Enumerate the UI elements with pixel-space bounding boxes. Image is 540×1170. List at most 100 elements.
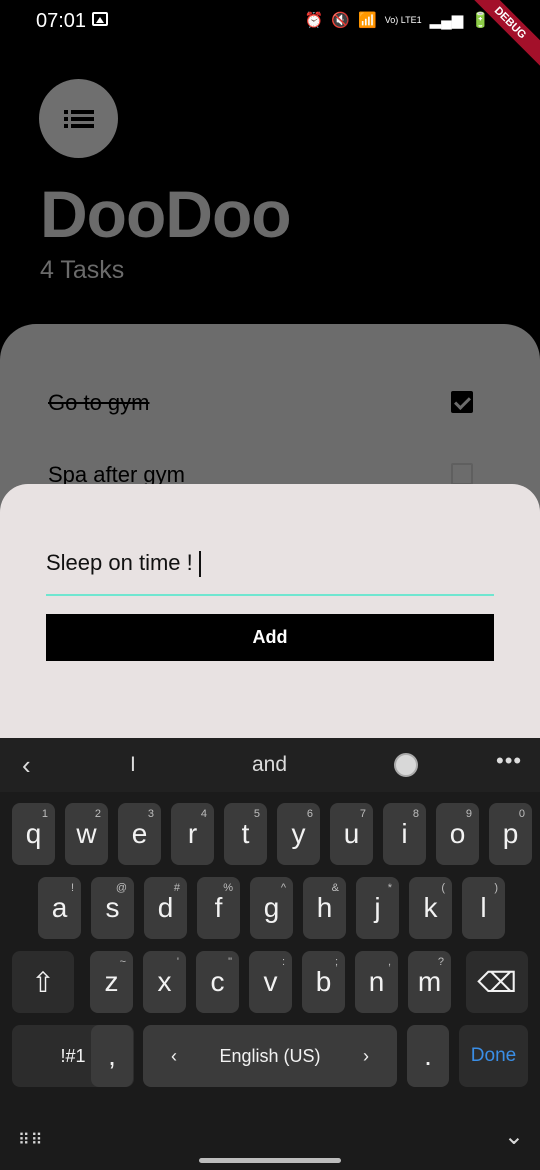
task-input[interactable]: Sleep on time !: [46, 546, 494, 596]
more-icon[interactable]: •••: [496, 748, 522, 774]
mute-icon: 🔇: [331, 12, 351, 29]
key-hint: 7: [359, 808, 366, 820]
key-label: n: [368, 966, 385, 997]
key-a[interactable]: a!: [38, 877, 81, 939]
key-z[interactable]: z ~: [90, 951, 133, 1013]
key-h[interactable]: h &: [303, 877, 346, 939]
suggestion-1[interactable]: I: [130, 753, 136, 777]
key-m[interactable]: m?: [408, 951, 451, 1013]
key-hint: ": [228, 956, 232, 968]
key-hint: 0: [518, 808, 525, 820]
key-hint: &: [331, 882, 339, 894]
network-label: Vo) LTE1: [384, 15, 422, 25]
key-l[interactable]: l): [462, 877, 505, 939]
key-b[interactable]: b;: [302, 951, 345, 1013]
key-hint: 2: [94, 808, 101, 820]
key-label: s: [105, 892, 120, 923]
key-s[interactable]: s @: [91, 877, 134, 939]
suggestion-bar: ‹ I and •••: [0, 738, 540, 792]
done-key[interactable]: Done: [459, 1025, 528, 1087]
key-label: q: [25, 818, 42, 849]
key-hint: 1: [41, 808, 48, 820]
space-label: English (US): [219, 1045, 321, 1066]
key-label: u: [343, 818, 360, 849]
backspace-key[interactable]: ⌫: [466, 951, 528, 1013]
text-caret: [198, 551, 201, 578]
key-hint: @: [115, 882, 127, 894]
key-n[interactable]: n,: [355, 951, 398, 1013]
key-u[interactable]: u7: [330, 803, 373, 865]
chevron-right-icon: ›: [363, 1045, 369, 1066]
key-r[interactable]: r4: [171, 803, 214, 865]
key-hint: !: [70, 882, 74, 894]
key-hint: (: [441, 882, 445, 894]
space-key[interactable]: ‹ English (US) ›: [143, 1025, 397, 1087]
key-hint: ;: [334, 956, 338, 968]
key-i[interactable]: i8: [383, 803, 426, 865]
home-indicator[interactable]: [199, 1158, 341, 1163]
menu-button[interactable]: [39, 79, 118, 158]
wifi-icon: 📶: [358, 12, 377, 29]
key-label: t: [241, 818, 250, 849]
key-d[interactable]: d #: [144, 877, 187, 939]
emoji-icon[interactable]: [394, 753, 418, 777]
suggestion-2[interactable]: and: [252, 753, 287, 777]
chevron-left-icon[interactable]: ‹: [22, 750, 31, 781]
status-bar: 07:01 ⏰ 🔇 📶 Vo) LTE1 ▂▄▆ 🔋 DEBUG: [0, 0, 540, 72]
key-t[interactable]: t5: [224, 803, 267, 865]
key-label: a: [51, 892, 68, 923]
key-label: o: [449, 818, 466, 849]
keyboard-switch-icon[interactable]: ⠿⠿: [18, 1130, 43, 1150]
key-hint: ): [494, 882, 498, 894]
key-e[interactable]: e3: [118, 803, 161, 865]
comma-key[interactable]: ,: [91, 1025, 133, 1087]
key-label: l: [480, 892, 487, 923]
key-hint: 8: [412, 808, 419, 820]
key-f[interactable]: f%: [197, 877, 240, 939]
key-label: m: [417, 966, 442, 997]
task-input-text: Sleep on time !: [46, 550, 201, 578]
signal-icon: ▂▄▆: [429, 12, 464, 29]
key-hint: %: [223, 882, 233, 894]
key-v[interactable]: v:: [249, 951, 292, 1013]
key-label: v: [263, 966, 278, 997]
shift-key[interactable]: ⇧: [12, 951, 74, 1013]
key-j[interactable]: j *: [356, 877, 399, 939]
task-label: Go to gym: [48, 390, 150, 415]
task-checkbox[interactable]: [451, 463, 473, 485]
key-label: p: [502, 818, 519, 849]
shift-icon: ⇧: [31, 966, 55, 998]
key-g[interactable]: g ^: [250, 877, 293, 939]
key-k[interactable]: k(: [409, 877, 452, 939]
key-hint: 6: [306, 808, 313, 820]
key-label: e: [131, 818, 148, 849]
key-x[interactable]: x ': [143, 951, 186, 1013]
key-c[interactable]: c ": [196, 951, 239, 1013]
key-label: r: [187, 818, 198, 849]
key-hint: ': [176, 956, 179, 968]
chevron-down-icon[interactable]: ⌄: [504, 1122, 524, 1151]
add-button[interactable]: Add: [46, 614, 494, 661]
key-label: z: [104, 966, 119, 997]
chevron-left-icon: ‹: [171, 1045, 177, 1066]
key-y[interactable]: y6: [277, 803, 320, 865]
key-label: j: [374, 892, 381, 923]
period-key[interactable]: .: [407, 1025, 449, 1087]
key-w[interactable]: w2: [65, 803, 108, 865]
key-hint: 9: [465, 808, 472, 820]
key-label: x: [157, 966, 172, 997]
key-label: f: [214, 892, 223, 923]
key-hint: ~: [119, 956, 126, 968]
task-row[interactable]: Go to gym: [48, 382, 488, 422]
navigation-bar: ⠿⠿ ⌄: [0, 1100, 540, 1170]
key-label: b: [315, 966, 332, 997]
task-checkbox[interactable]: [451, 391, 473, 413]
key-label: c: [210, 966, 225, 997]
key-label: d: [157, 892, 174, 923]
key-o[interactable]: o9: [436, 803, 479, 865]
key-p[interactable]: p0: [489, 803, 532, 865]
key-hint: 5: [253, 808, 260, 820]
key-q[interactable]: q1: [12, 803, 55, 865]
add-task-sheet: Sleep on time ! Add: [0, 484, 540, 744]
key-hint: 3: [147, 808, 154, 820]
